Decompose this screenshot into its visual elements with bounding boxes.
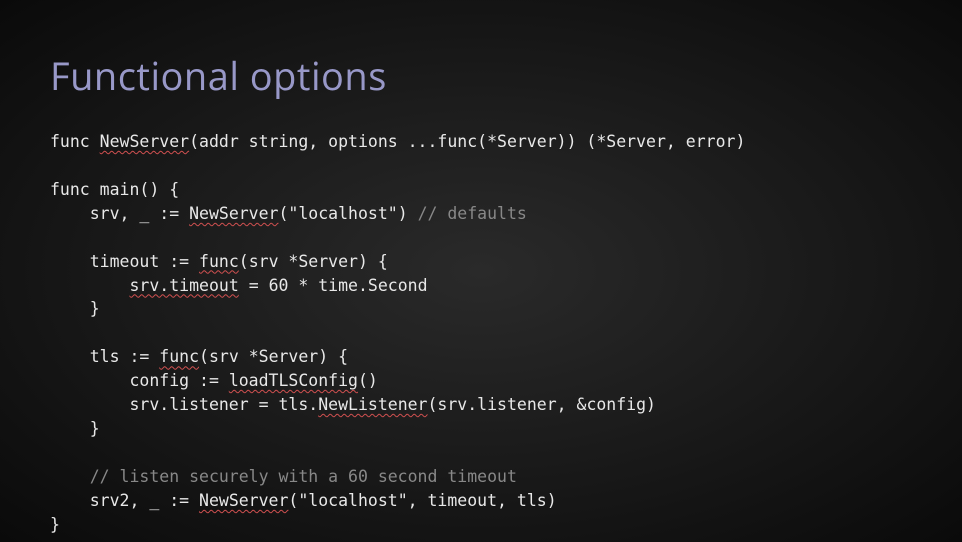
code-line-15: // listen securely with a 60 second time… bbox=[50, 467, 517, 486]
code-line-7: srv.timeout = 60 * time.Second bbox=[50, 276, 428, 295]
code-line-12: srv.listener = tls.NewListener(srv.liste… bbox=[50, 395, 656, 414]
code-block: func NewServer(addr string, options ...f… bbox=[50, 130, 912, 537]
code-line-10: tls := func(srv *Server) { bbox=[50, 347, 348, 366]
slide-title: Functional options bbox=[50, 50, 912, 102]
code-line-8: } bbox=[50, 299, 100, 318]
code-line-16: srv2, _ := NewServer("localhost", timeou… bbox=[50, 491, 557, 510]
code-line-4: srv, _ := NewServer("localhost") // defa… bbox=[50, 204, 527, 223]
code-line-13: } bbox=[50, 419, 100, 438]
code-line-6: timeout := func(srv *Server) { bbox=[50, 252, 388, 271]
code-line-1: func NewServer(addr string, options ...f… bbox=[50, 132, 745, 151]
code-line-17: } bbox=[50, 515, 60, 534]
code-line-11: config := loadTLSConfig() bbox=[50, 371, 378, 390]
slide-container: Functional options func NewServer(addr s… bbox=[0, 0, 962, 537]
code-line-3: func main() { bbox=[50, 180, 179, 199]
